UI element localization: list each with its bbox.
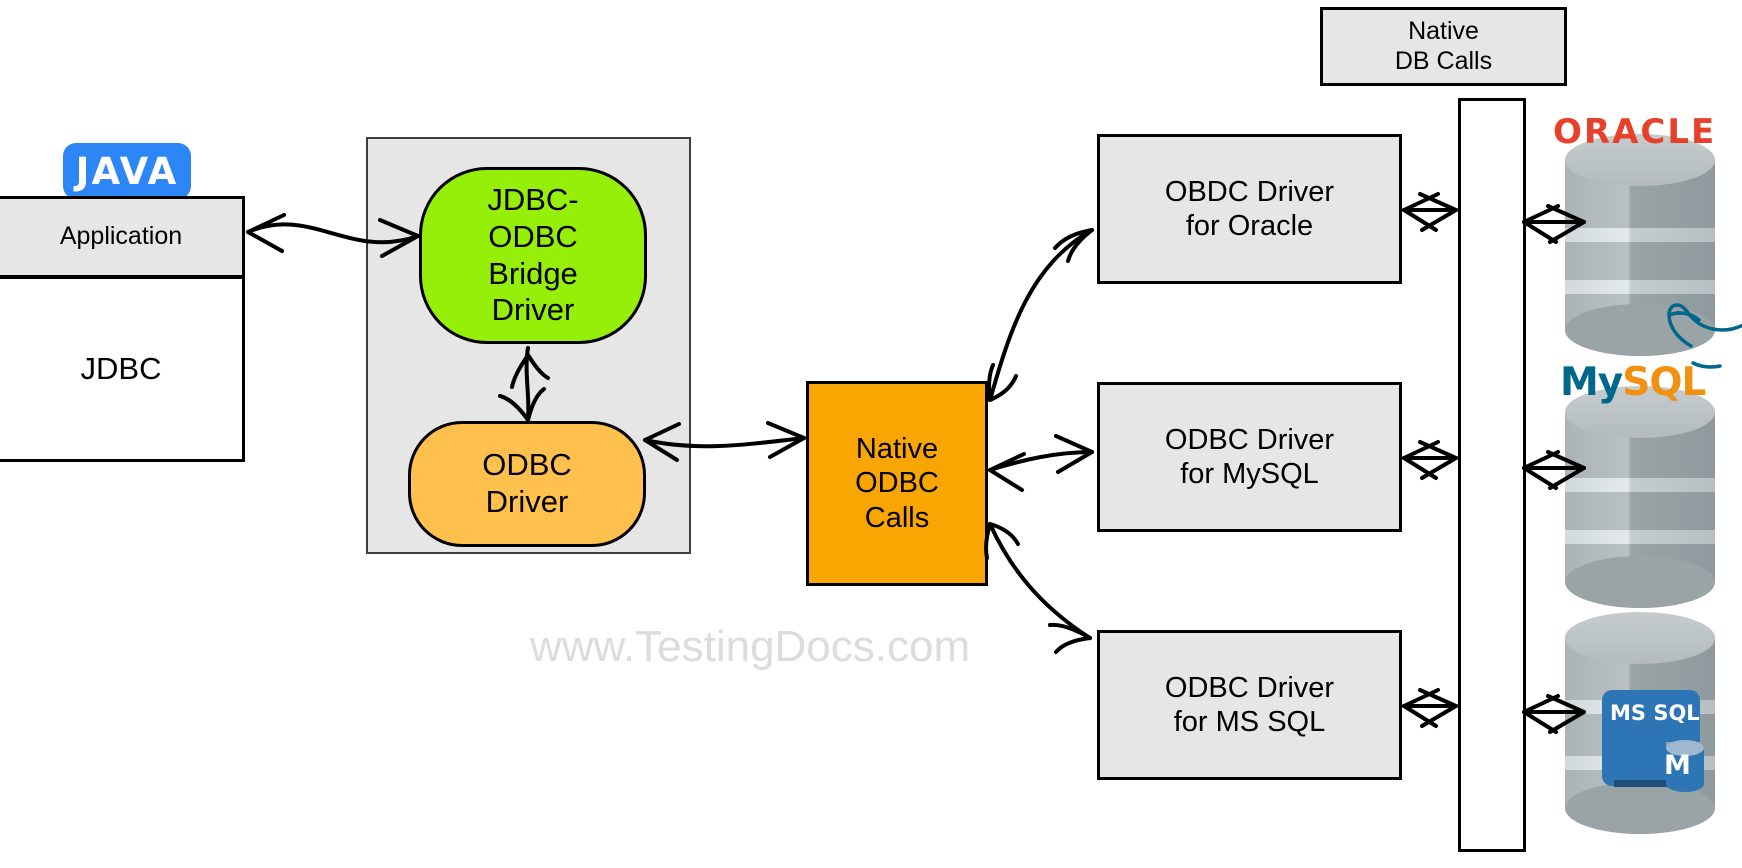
arrow-bar-to-mssql-db	[1522, 694, 1586, 734]
diagram-canvas: www.TestingDocs.com JAVA Application JDB…	[0, 0, 1742, 868]
odbc-driver-for-mssql-box[interactable]: ODBC Driver for MS SQL	[1097, 630, 1402, 780]
mssql-logo-badge: M	[1664, 750, 1691, 781]
jdbc-odbc-bridge-driver-box[interactable]: JDBC- ODBC Bridge Driver	[419, 167, 647, 344]
arrow-bar-to-oracle-db	[1522, 204, 1586, 244]
arrow-native-calls-to-mssql-driver	[984, 522, 1092, 654]
mssql-logo-label: MS SQL	[1610, 701, 1700, 725]
mysql-logo-my: My	[1560, 360, 1623, 405]
oracle-logo-text: ORACLE	[1553, 112, 1717, 152]
arrow-mysql-driver-to-bar	[1402, 440, 1458, 480]
arrow-oracle-driver-to-bar	[1402, 192, 1458, 232]
arrow-bar-to-mysql-db	[1522, 450, 1586, 490]
odbc-driver-box[interactable]: ODBC Driver	[408, 421, 646, 547]
oracle-database-cylinder	[1565, 134, 1715, 356]
jdbc-box[interactable]: JDBC	[0, 276, 245, 462]
java-logo-badge: JAVA	[63, 143, 191, 199]
application-box[interactable]: Application	[0, 196, 245, 278]
native-odbc-calls-box[interactable]: Native ODBC Calls	[806, 381, 988, 586]
mysql-database-cylinder	[1565, 386, 1715, 608]
mysql-dolphin-icon	[1667, 303, 1742, 369]
arrow-native-calls-to-mysql-driver	[988, 434, 1094, 492]
native-db-calls-channel-bar	[1458, 98, 1526, 852]
mssql-logo: MS SQL M	[1596, 688, 1706, 798]
watermark-text: www.TestingDocs.com	[530, 622, 971, 671]
native-db-calls-box[interactable]: Native DB Calls	[1320, 7, 1567, 86]
odbc-driver-for-mysql-box[interactable]: ODBC Driver for MySQL	[1097, 382, 1402, 532]
arrow-native-calls-to-oracle-driver	[987, 228, 1094, 402]
odbc-driver-for-oracle-box[interactable]: OBDC Driver for Oracle	[1097, 134, 1402, 284]
arrow-mssql-driver-to-bar	[1402, 688, 1458, 728]
mysql-logo-sql: SQL	[1622, 360, 1706, 405]
mysql-logo-text: MySQL	[1560, 360, 1706, 405]
